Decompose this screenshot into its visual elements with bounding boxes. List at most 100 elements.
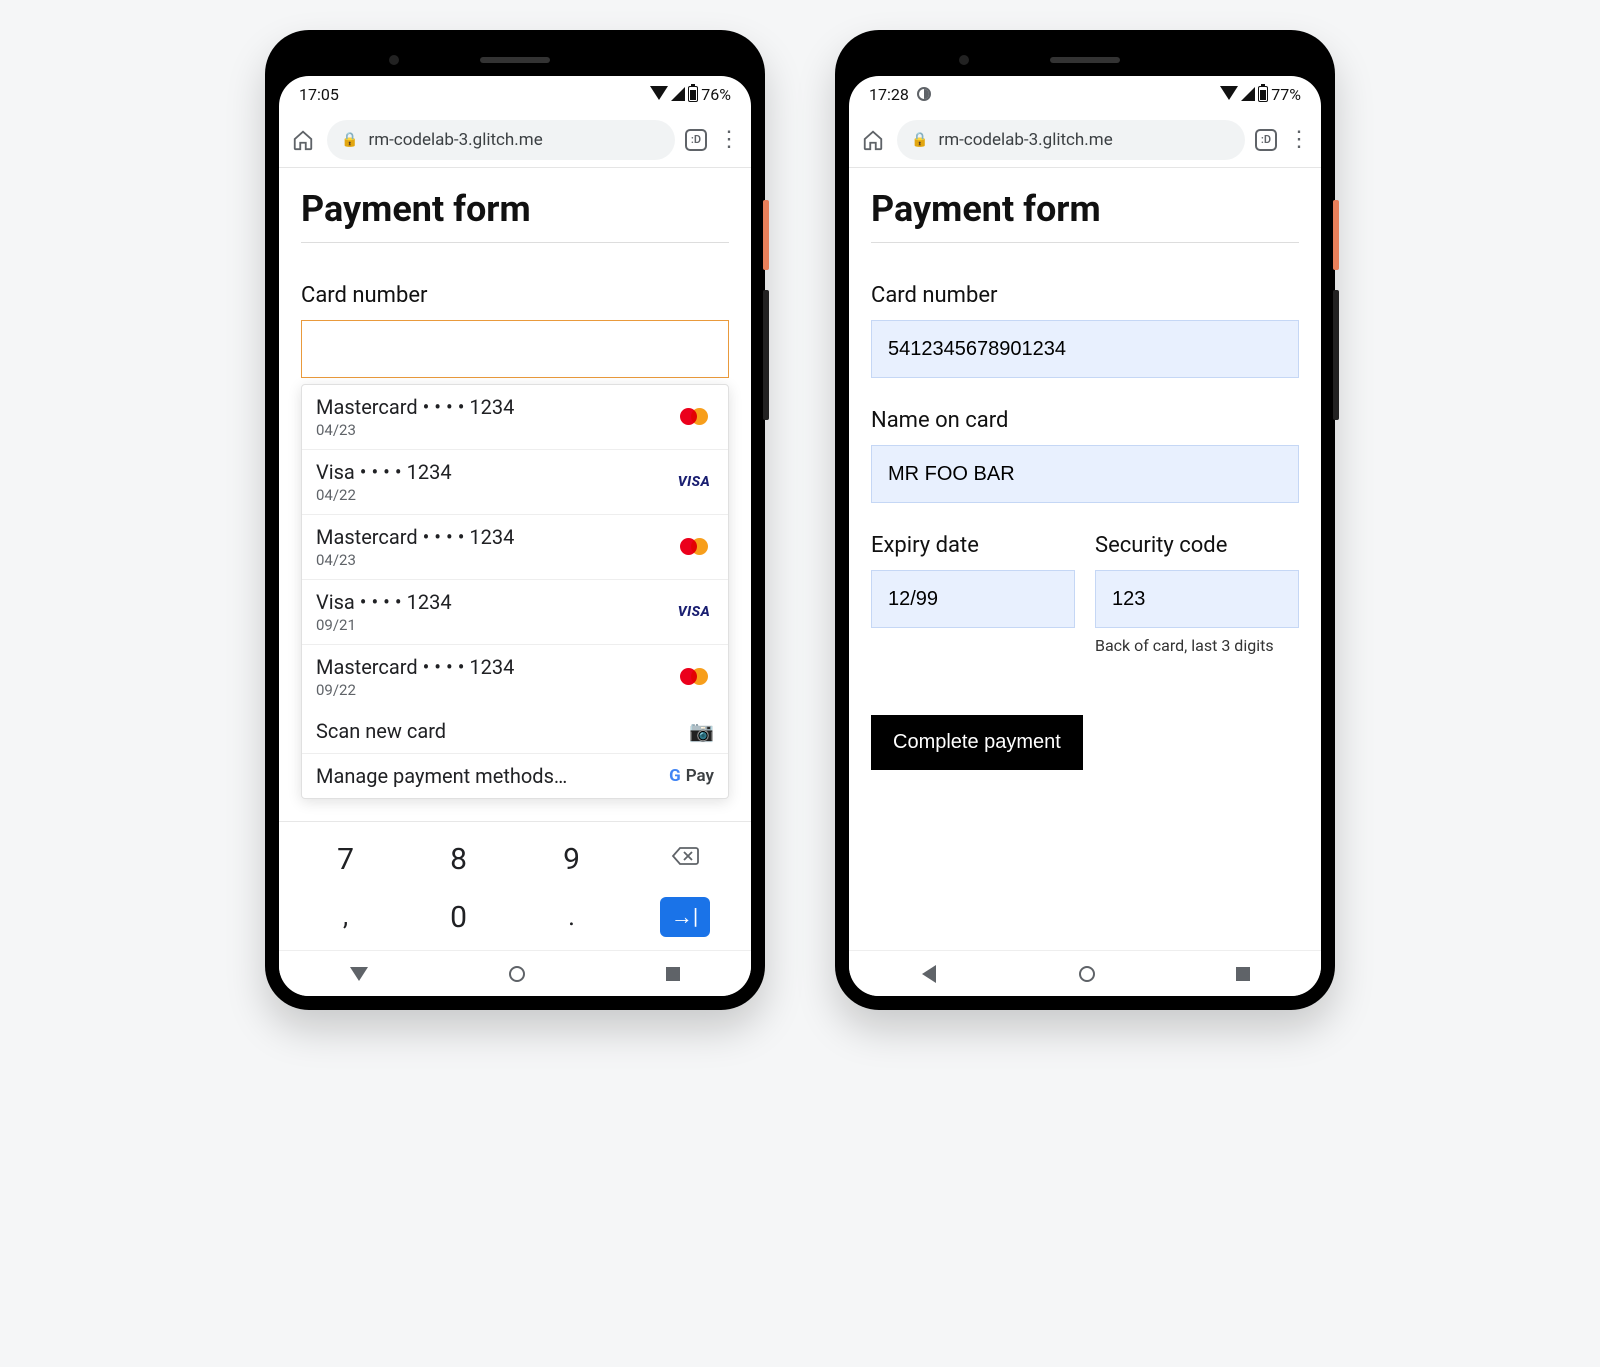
card-number-input[interactable] — [301, 320, 729, 378]
key-comma[interactable]: , — [289, 902, 402, 932]
card-number-group: Card number — [301, 283, 729, 378]
browser-toolbar: 🔒 rm-codelab-3.glitch.me :D ⋮ — [849, 112, 1321, 168]
key-go[interactable]: →| — [628, 897, 741, 937]
key-9[interactable]: 9 — [515, 842, 628, 877]
mastercard-icon — [674, 405, 714, 429]
numeric-keyboard: 7 8 9 , 0 . →| — [279, 821, 751, 950]
speaker-grille — [1050, 57, 1120, 63]
autofill-card-expiry: 04/23 — [316, 551, 514, 569]
phone-top — [279, 44, 751, 76]
status-time: 17:05 — [299, 85, 339, 104]
status-bar: 17:05 76% — [279, 76, 751, 112]
volume-button — [763, 290, 769, 420]
autofill-card-item[interactable]: Mastercard • • • • 1234 04/23 — [302, 515, 728, 580]
kebab-menu-icon[interactable]: ⋮ — [1287, 127, 1311, 152]
nav-back-icon[interactable] — [350, 967, 368, 981]
android-nav-bar — [849, 950, 1321, 996]
name-label: Name on card — [871, 408, 1299, 433]
tabs-icon[interactable]: :D — [685, 129, 707, 151]
autofill-card-expiry: 09/21 — [316, 616, 452, 634]
autofill-popup: Mastercard • • • • 1234 04/23 Visa • • • •… — [301, 384, 729, 799]
gpay-icon: G Pay — [669, 766, 714, 786]
key-period[interactable]: . — [515, 902, 628, 932]
autofill-scan-card[interactable]: Scan new card 📷 — [302, 709, 728, 754]
page-title: Payment form — [301, 188, 729, 243]
key-8[interactable]: 8 — [402, 842, 515, 877]
autofill-card-expiry: 09/22 — [316, 681, 514, 699]
home-icon[interactable] — [289, 126, 317, 154]
page-content-right: Payment form Card number Name on card Ex… — [849, 168, 1321, 950]
page-content-left: Payment form Card number Mastercard • • … — [279, 168, 751, 821]
key-7[interactable]: 7 — [289, 842, 402, 877]
nav-home-icon[interactable] — [1079, 966, 1095, 982]
nav-back-icon[interactable] — [922, 965, 936, 983]
card-number-group: Card number — [871, 283, 1299, 378]
cvc-input[interactable] — [1095, 570, 1299, 628]
autofill-card-line1: Mastercard • • • • 1234 — [316, 525, 514, 549]
key-0[interactable]: 0 — [402, 900, 515, 935]
home-icon[interactable] — [859, 126, 887, 154]
autofill-card-item[interactable]: Visa • • • • 1234 09/21 VISA — [302, 580, 728, 645]
mastercard-icon — [674, 535, 714, 559]
autofill-card-line1: Visa • • • • 1234 — [316, 460, 452, 484]
autofill-card-expiry: 04/22 — [316, 486, 452, 504]
name-group: Name on card — [871, 408, 1299, 503]
nav-home-icon[interactable] — [509, 966, 525, 982]
nav-recent-icon[interactable] — [666, 967, 680, 981]
visa-icon: VISA — [674, 600, 714, 624]
front-camera — [959, 55, 969, 65]
browser-toolbar: 🔒 rm-codelab-3.glitch.me :D ⋮ — [279, 112, 751, 168]
expiry-input[interactable] — [871, 570, 1075, 628]
lock-icon: 🔒 — [911, 132, 928, 148]
autofill-card-expiry: 04/23 — [316, 421, 514, 439]
autofill-card-line1: Visa • • • • 1234 — [316, 590, 452, 614]
cell-signal-icon — [671, 87, 685, 101]
go-icon: →| — [660, 897, 710, 937]
scan-card-label: Scan new card — [316, 719, 446, 743]
page-title: Payment form — [871, 188, 1299, 243]
card-number-label: Card number — [871, 283, 1299, 308]
mastercard-icon — [674, 665, 714, 689]
data-saver-icon — [917, 87, 931, 101]
lock-icon: 🔒 — [341, 132, 358, 148]
expiry-group: Expiry date — [871, 533, 1075, 655]
camera-icon: 📷 — [689, 719, 714, 743]
visa-icon: VISA — [674, 470, 714, 494]
autofill-card-item[interactable]: Visa • • • • 1234 04/22 VISA — [302, 450, 728, 515]
status-bar: 17:28 77% — [849, 76, 1321, 112]
phone-top — [849, 44, 1321, 76]
cell-signal-icon — [1241, 87, 1255, 101]
cvc-hint: Back of card, last 3 digits — [1095, 636, 1299, 655]
android-nav-bar — [279, 950, 751, 996]
screen-right: 17:28 77% 🔒 rm-codelab-3.glitch.me :D ⋮ … — [849, 76, 1321, 996]
volume-button — [1333, 290, 1339, 420]
expiry-label: Expiry date — [871, 533, 1075, 558]
phone-right: 17:28 77% 🔒 rm-codelab-3.glitch.me :D ⋮ … — [835, 30, 1335, 1010]
autofill-card-line1: Mastercard • • • • 1234 — [316, 655, 514, 679]
battery-text: 76% — [701, 85, 731, 104]
front-camera — [389, 55, 399, 65]
nav-recent-icon[interactable] — [1236, 967, 1250, 981]
wifi-icon — [650, 86, 668, 100]
address-bar[interactable]: 🔒 rm-codelab-3.glitch.me — [897, 120, 1245, 160]
power-button — [763, 200, 769, 270]
card-number-input[interactable] — [871, 320, 1299, 378]
address-bar[interactable]: 🔒 rm-codelab-3.glitch.me — [327, 120, 675, 160]
autofill-manage[interactable]: Manage payment methods… G Pay — [302, 754, 728, 798]
tabs-icon[interactable]: :D — [1255, 129, 1277, 151]
url-text: rm-codelab-3.glitch.me — [938, 130, 1112, 150]
backspace-key[interactable] — [628, 846, 741, 872]
name-input[interactable] — [871, 445, 1299, 503]
cvc-label: Security code — [1095, 533, 1299, 558]
autofill-card-line1: Mastercard • • • • 1234 — [316, 395, 514, 419]
battery-icon — [1258, 86, 1268, 102]
autofill-card-item[interactable]: Mastercard • • • • 1234 04/23 — [302, 385, 728, 450]
url-text: rm-codelab-3.glitch.me — [368, 130, 542, 150]
kebab-menu-icon[interactable]: ⋮ — [717, 127, 741, 152]
phone-left: 17:05 76% 🔒 rm-codelab-3.glitch.me :D ⋮ … — [265, 30, 765, 1010]
autofill-card-item[interactable]: Mastercard • • • • 1234 09/22 — [302, 645, 728, 709]
wifi-icon — [1220, 86, 1238, 100]
battery-text: 77% — [1271, 85, 1301, 104]
submit-button[interactable]: Complete payment — [871, 715, 1083, 770]
power-button — [1333, 200, 1339, 270]
